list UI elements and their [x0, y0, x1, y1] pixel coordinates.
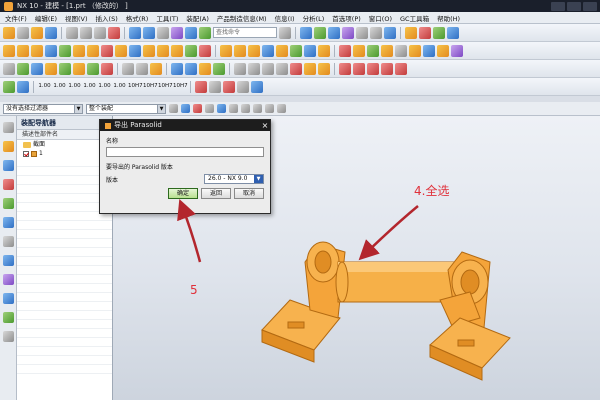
back-button[interactable]: 返回 [201, 188, 231, 199]
dialog-logo-icon [105, 122, 111, 129]
left-base-slot [287, 321, 305, 329]
cancel-button[interactable]: 取消 [234, 188, 264, 199]
version-dropdown[interactable]: 26.0 - NX 9.0 ▼ [204, 174, 264, 184]
annotation-step-number: 5 [190, 283, 198, 297]
shaft-end-left [335, 261, 349, 303]
dialog-title-bar: 导出 Parasolid × [100, 120, 270, 131]
version-value: 26.0 - NX 9.0 [208, 175, 248, 182]
assembly-model[interactable] [0, 0, 600, 400]
close-icon[interactable]: × [260, 120, 270, 131]
shaft-highlight [338, 262, 464, 272]
dialog-title: 导出 Parasolid [114, 121, 162, 129]
version-row: 版本 26.0 - NX 9.0 ▼ [106, 174, 264, 184]
right-bearing-bore [460, 269, 480, 295]
export-version-label: 要导出的 Parasolid 版本 [106, 164, 173, 171]
left-bearing-bore [314, 250, 332, 274]
right-base-slot [457, 339, 475, 347]
ok-button[interactable]: 确定 [168, 188, 198, 199]
name-field[interactable] [106, 147, 264, 157]
dialog-body: 名称 要导出的 Parasolid 版本 版本 26.0 - NX 9.0 ▼ … [100, 131, 270, 199]
name-label: 名称 [106, 138, 119, 145]
chevron-down-icon: ▼ [254, 175, 263, 183]
export-parasolid-dialog: 导出 Parasolid × 名称 要导出的 Parasolid 版本 版本 2… [99, 119, 271, 214]
annotation-select-all: 4.全选 [414, 184, 450, 198]
dialog-buttons: 确定 返回 取消 [106, 188, 264, 199]
version-label: 版本 [106, 176, 119, 184]
